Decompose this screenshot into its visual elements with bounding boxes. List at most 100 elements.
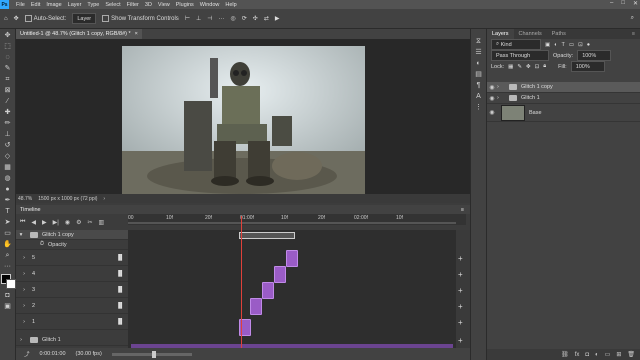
add-media-icon[interactable]: + bbox=[458, 254, 463, 263]
expand-arrow-icon[interactable]: › bbox=[16, 255, 32, 261]
audio-icon[interactable]: ◉ bbox=[65, 219, 70, 226]
pen-tool-icon[interactable]: ✒ bbox=[3, 196, 12, 205]
blend-mode-dropdown[interactable]: Pass Through bbox=[491, 50, 549, 61]
add-mask-icon[interactable]: ◘ bbox=[585, 352, 589, 358]
visibility-eye-icon[interactable]: ◉ bbox=[487, 95, 497, 102]
menu-edit[interactable]: Edit bbox=[28, 2, 43, 8]
track-row-layer[interactable]: › 2 ▐▌ bbox=[16, 298, 128, 314]
current-time[interactable]: 0:00:01:00 bbox=[40, 351, 66, 357]
stopwatch-icon[interactable]: ⏱ bbox=[16, 241, 48, 248]
film-icon[interactable]: ▐▌ bbox=[116, 287, 124, 293]
character-panel-icon[interactable]: A bbox=[474, 92, 483, 101]
lock-all-icon[interactable]: 🔒︎ bbox=[543, 63, 546, 70]
timeline-menu-icon[interactable]: ≡ bbox=[461, 207, 464, 213]
layer-item-glitch[interactable]: ◉ › Glitch 1 bbox=[487, 93, 640, 104]
visibility-eye-icon[interactable]: ◉ bbox=[487, 109, 497, 116]
selected-clip-outline[interactable] bbox=[239, 232, 295, 239]
expand-arrow-icon[interactable]: › bbox=[16, 303, 32, 309]
next-frame-icon[interactable]: ▶| bbox=[53, 219, 59, 226]
menu-plugins[interactable]: Plugins bbox=[173, 2, 197, 8]
quick-mask-icon[interactable]: ◘ bbox=[3, 291, 12, 300]
expand-arrow-icon[interactable]: › bbox=[497, 95, 505, 101]
play-icon[interactable]: ▶ bbox=[42, 219, 47, 226]
track-row-layer[interactable]: › 1 ▐▌ bbox=[16, 314, 128, 330]
quick-select-tool-icon[interactable]: ✎ bbox=[3, 64, 12, 73]
layer-item-base[interactable]: ◉ Base bbox=[487, 104, 640, 122]
track-row-layer[interactable]: › 4 ▐▌ bbox=[16, 266, 128, 282]
menu-image[interactable]: Image bbox=[43, 2, 64, 8]
layer-item-glitch-copy[interactable]: ◉ › Glitch 1 copy bbox=[487, 82, 640, 93]
align-right-icon[interactable]: ⊣ bbox=[207, 15, 212, 22]
gradient-tool-icon[interactable]: ▦ bbox=[3, 163, 12, 172]
timeline-track-area[interactable] bbox=[128, 216, 456, 348]
filter-adjustment-icon[interactable]: ◐ bbox=[554, 42, 557, 48]
path-selection-tool-icon[interactable]: ➤ bbox=[3, 218, 12, 227]
lock-artboard-icon[interactable]: ⊡ bbox=[535, 64, 540, 70]
expand-arrow-icon[interactable]: › bbox=[16, 319, 32, 325]
film-icon[interactable]: ▐▌ bbox=[116, 271, 124, 277]
type-tool-icon[interactable]: T bbox=[3, 207, 12, 216]
tab-layers[interactable]: Layers bbox=[487, 29, 514, 39]
show-transform-checkbox[interactable] bbox=[102, 14, 110, 22]
eyedropper-tool-icon[interactable]: ⁄ bbox=[3, 97, 12, 106]
libraries-panel-icon[interactable]: ▤ bbox=[474, 70, 483, 79]
menu-filter[interactable]: Filter bbox=[124, 2, 142, 8]
playhead[interactable] bbox=[241, 216, 242, 348]
visibility-eye-icon[interactable]: ◉ bbox=[487, 84, 497, 91]
menu-type[interactable]: Type bbox=[84, 2, 102, 8]
zoom-tool-icon[interactable]: ⌕ bbox=[3, 251, 12, 260]
fill-input[interactable]: 100% bbox=[570, 61, 605, 72]
settings-gear-icon[interactable]: ⚙ bbox=[76, 219, 81, 226]
close-button[interactable]: ✕ bbox=[633, 0, 638, 7]
video-camera-icon[interactable]: ▶ bbox=[275, 15, 280, 22]
track-row-layer[interactable]: › 5 ▐▌ bbox=[16, 250, 128, 266]
auto-select-dropdown[interactable]: Layer bbox=[72, 13, 97, 24]
menu-file[interactable]: File bbox=[13, 2, 28, 8]
expand-arrow-icon[interactable]: › bbox=[16, 337, 26, 343]
render-video-icon[interactable]: ⤴ bbox=[24, 350, 30, 358]
timeline-title[interactable]: Timeline bbox=[20, 207, 41, 213]
status-arrow-icon[interactable]: › bbox=[103, 196, 105, 202]
lock-pixels-icon[interactable]: ▦ bbox=[508, 64, 513, 70]
filter-type-icon[interactable]: T bbox=[562, 42, 565, 48]
expand-arrow-icon[interactable]: › bbox=[497, 84, 505, 90]
clip-3[interactable] bbox=[262, 282, 274, 299]
paragraph-panel-icon[interactable]: ¶ bbox=[474, 81, 483, 90]
more-tools-icon[interactable]: ··· bbox=[3, 262, 12, 271]
new-adjustment-icon[interactable]: ◐ bbox=[595, 352, 599, 358]
lock-position-icon[interactable]: ✥ bbox=[526, 64, 531, 70]
track-row-glitch-copy[interactable]: ▾ Glitch 1 copy bbox=[16, 230, 128, 240]
history-brush-tool-icon[interactable]: ↺ bbox=[3, 141, 12, 150]
more-options-icon[interactable]: ··· bbox=[219, 16, 225, 22]
canvas-image[interactable] bbox=[122, 46, 365, 194]
fx-icon[interactable]: fx bbox=[575, 352, 580, 358]
add-media-icon[interactable]: + bbox=[458, 318, 463, 327]
screen-mode-icon[interactable]: ▣ bbox=[3, 302, 12, 311]
kind-filter-dropdown[interactable]: ⌕ Kind bbox=[491, 39, 541, 50]
clip-5[interactable] bbox=[286, 250, 298, 267]
history-panel-icon[interactable]: ⧖ bbox=[474, 37, 483, 46]
properties-panel-icon[interactable]: ☰ bbox=[474, 48, 483, 57]
3d-mode-icon[interactable]: ◎ bbox=[231, 15, 236, 22]
zoom-slider[interactable] bbox=[111, 350, 192, 358]
eraser-tool-icon[interactable]: ◇ bbox=[3, 152, 12, 161]
split-clip-icon[interactable]: ✂ bbox=[87, 219, 92, 226]
home-icon[interactable]: ⌂ bbox=[4, 16, 8, 22]
rectangle-tool-icon[interactable]: ▭ bbox=[3, 229, 12, 238]
brush-tool-icon[interactable]: ✏ bbox=[3, 119, 12, 128]
add-media-icon[interactable]: + bbox=[458, 336, 463, 345]
film-icon[interactable]: ▐▌ bbox=[116, 303, 124, 309]
delete-layer-icon[interactable]: 🗑︎ bbox=[627, 351, 635, 358]
expand-arrow-icon[interactable]: ▾ bbox=[16, 232, 26, 238]
expand-arrow-icon[interactable]: › bbox=[16, 287, 32, 293]
zoom-slider-thumb[interactable] bbox=[151, 350, 156, 358]
menu-select[interactable]: Select bbox=[102, 2, 123, 8]
close-tab-icon[interactable]: × bbox=[135, 31, 138, 37]
pan-3d-icon[interactable]: ✣ bbox=[253, 15, 258, 22]
align-center-icon[interactable]: ⊥ bbox=[196, 15, 201, 22]
filter-pixel-icon[interactable]: ▣ bbox=[545, 42, 550, 48]
minimize-button[interactable]: – bbox=[610, 0, 613, 7]
blur-tool-icon[interactable]: ◍ bbox=[3, 174, 12, 183]
menu-3d[interactable]: 3D bbox=[142, 2, 155, 8]
search-icon[interactable]: ⌕ bbox=[631, 15, 634, 22]
